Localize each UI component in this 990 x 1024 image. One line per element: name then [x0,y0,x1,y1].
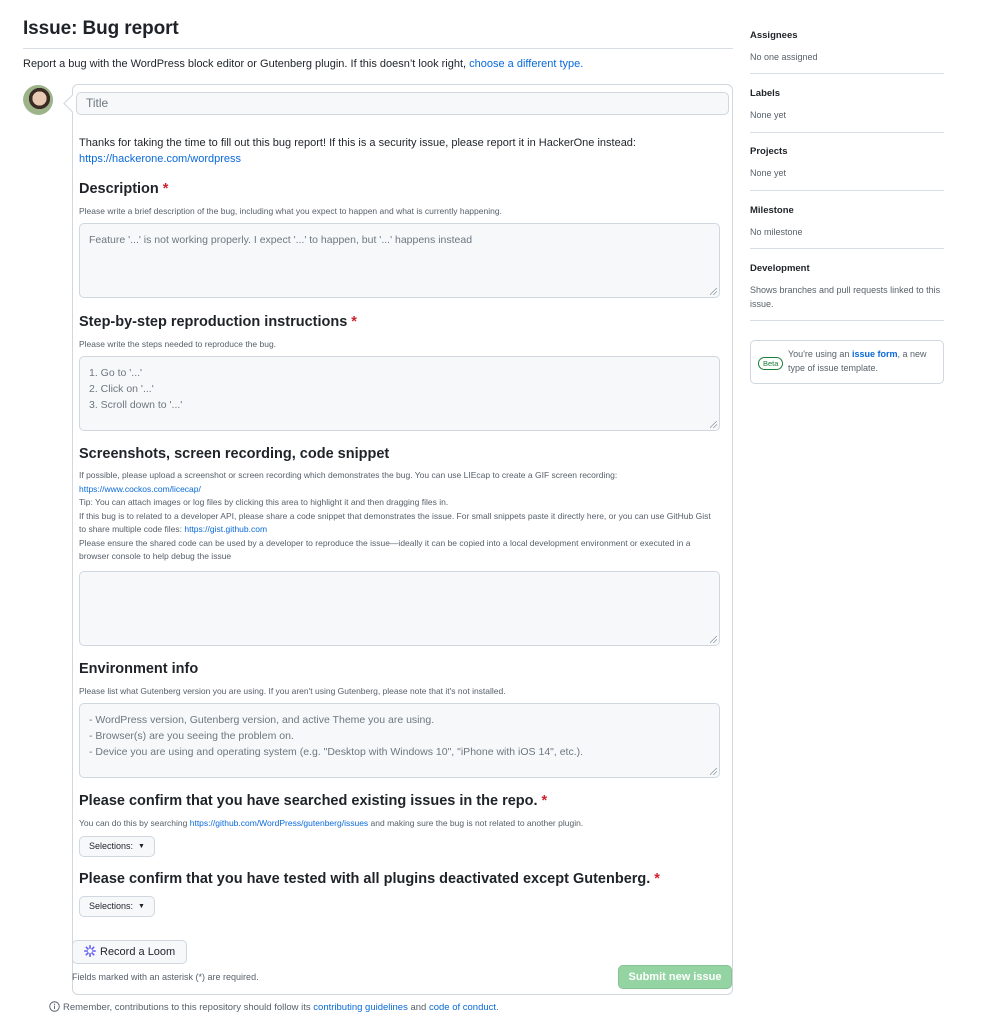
sidebar-divider [750,320,944,321]
select-label: Selections: [89,841,134,851]
sidebar-development[interactable]: Development Shows branches and pull requ… [750,263,944,311]
confirm-searched-label: Please confirm that you have searched ex… [79,793,547,809]
contributing-guidelines-link[interactable]: contributing guidelines [313,1002,408,1013]
footer-text: and [407,1002,429,1013]
loom-icon [84,945,96,957]
placeholder-line: - Device you are using and operating sys… [89,746,584,758]
sidebar-labels[interactable]: Labels None yet [750,88,944,122]
steps-label: Step-by-step reproduction instructions * [79,314,357,330]
footer-text: Remember, contributions to this reposito… [63,1002,314,1013]
confirm-plugins-label-text: Please confirm that you have tested with… [79,871,651,887]
placeholder-line: 1. Go to '...' [89,367,143,379]
confirm-plugins-label: Please confirm that you have tested with… [79,871,660,887]
licecap-link[interactable]: https://www.cockos.com/licecap/ [79,484,201,494]
gutenberg-issues-link[interactable]: https://github.com/WordPress/gutenberg/i… [190,818,368,828]
footer-text: . [496,1002,499,1013]
resize-handle[interactable] [710,288,717,295]
help-text: and making sure the bug is not related t… [368,818,584,828]
sidebar-divider [750,73,944,74]
choose-different-type-link[interactable]: choose a different type. [469,58,583,70]
description-textarea[interactable]: Feature '...' is not working properly. I… [79,223,720,298]
sidebar-divider [750,248,944,249]
confirm-plugins-select[interactable]: Selections: ▼ [79,896,155,917]
placeholder-line: 3. Scroll down to '...' [89,399,183,411]
sidebar-value: No one assigned [750,52,818,62]
required-marker: * [541,793,548,809]
environment-label: Environment info [79,661,199,677]
required-marker: * [162,181,169,197]
sidebar-title[interactable]: Assignees [750,30,944,41]
sidebar-divider [750,132,944,133]
caret-down-icon: ▼ [138,903,145,910]
screenshots-textarea[interactable] [79,571,720,646]
sidebar-value: None yet [750,168,787,178]
screenshots-label: Screenshots, screen recording, code snip… [79,446,390,462]
title-divider [23,48,733,49]
description-label: Description * [79,181,168,197]
placeholder-line: - WordPress version, Gutenberg version, … [89,714,435,726]
record-loom-button[interactable]: Record a Loom [72,940,188,964]
screenshots-help: If possible, please upload a screenshot … [79,469,720,564]
intro-text: Report a bug with the WordPress block ed… [23,58,470,70]
sidebar-title[interactable]: Projects [750,146,944,157]
placeholder-line: 2. Click on '...' [89,383,154,395]
help-text: If this bug is to related to a developer… [79,510,711,535]
issue-form-beta-notice: Beta You're using an issue form, a new t… [750,340,944,384]
environment-textarea[interactable]: - WordPress version, Gutenberg version, … [79,703,720,778]
steps-label-text: Step-by-step reproduction instructions [79,314,348,330]
steps-help: Please write the steps needed to reprodu… [79,339,277,349]
form-intro: Thanks for taking the time to fill out t… [79,135,720,167]
info-icon [49,1001,60,1012]
sidebar-projects[interactable]: Projects None yet [750,146,944,180]
sidebar-value: None yet [750,110,787,120]
resize-handle[interactable] [710,636,717,643]
sidebar-divider [750,190,944,191]
help-text: If possible, please upload a screenshot … [79,470,618,480]
required-marker: * [351,314,357,330]
confirm-searched-label-text: Please confirm that you have searched ex… [79,793,538,809]
sidebar-value: Shows branches and pull requests linked … [750,285,941,309]
gist-link[interactable]: https://gist.github.com [184,524,267,534]
beta-badge: Beta [758,357,784,370]
beta-text-pre: You're using an [788,349,852,359]
description-label-text: Description [79,181,159,197]
code-of-conduct-link[interactable]: code of conduct [429,1002,496,1013]
resize-handle[interactable] [710,421,717,428]
steps-textarea[interactable]: 1. Go to '...' 2. Click on '...' 3. Scro… [79,356,720,431]
template-intro: Report a bug with the WordPress block ed… [23,58,583,70]
sidebar-title[interactable]: Labels [750,88,944,99]
required-marker: * [654,871,660,887]
help-text: You can do this by searching [79,818,190,828]
placeholder-line: Feature '...' is not working properly. I… [89,234,473,246]
sidebar-title[interactable]: Milestone [750,205,944,216]
environment-help: Please list what Gutenberg version you a… [79,686,506,696]
caret-down-icon: ▼ [138,843,145,850]
thanks-text: Thanks for taking the time to fill out t… [79,137,636,149]
page-title: Issue: Bug report [23,18,179,39]
title-input[interactable]: Title [76,92,729,115]
contribution-reminder: Remember, contributions to this reposito… [49,1001,499,1013]
help-text: Tip: You can attach images or log files … [79,497,449,507]
help-text: Please ensure the shared code can be use… [79,537,691,562]
sidebar-milestone[interactable]: Milestone No milestone [750,205,944,239]
resize-handle[interactable] [710,768,717,775]
confirm-searched-select[interactable]: Selections: ▼ [79,836,155,857]
select-label: Selections: [89,901,134,911]
description-help: Please write a brief description of the … [79,206,502,216]
sidebar-assignees[interactable]: Assignees No one assigned [750,30,944,64]
sidebar-value: No milestone [750,227,803,237]
sidebar-title[interactable]: Development [750,263,944,274]
placeholder-line: - Browser(s) are you seeing the problem … [89,730,294,742]
hackerone-link[interactable]: https://hackerone.com/wordpress [79,153,241,165]
issue-form: Title Thanks for taking the time to fill… [72,84,733,995]
required-fields-note: Fields marked with an asterisk (*) are r… [72,972,259,982]
issue-form-link[interactable]: issue form [852,349,898,359]
confirm-searched-help: You can do this by searching https://git… [79,817,720,831]
submit-new-issue-button[interactable]: Submit new issue [618,965,732,989]
record-loom-label: Record a Loom [100,946,176,958]
beta-text: You're using an issue form, a new type o… [788,348,942,375]
user-avatar[interactable] [23,85,53,115]
